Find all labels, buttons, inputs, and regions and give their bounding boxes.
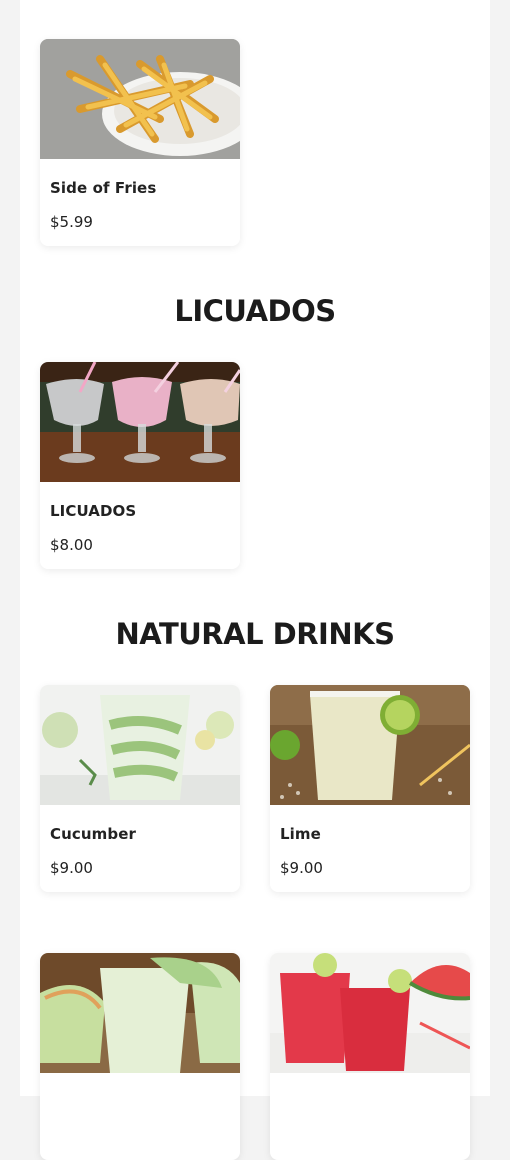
licuados-image: [40, 362, 240, 482]
watermelon-drink-image: [270, 953, 470, 1073]
item-name: Side of Fries: [50, 179, 157, 197]
section-title: LICUADOS: [174, 294, 336, 328]
menu-item-card[interactable]: [40, 953, 240, 1160]
menu-item-card[interactable]: Lime $9.00: [270, 685, 470, 892]
melon-drink-image: [40, 953, 240, 1073]
item-name: LICUADOS: [50, 502, 137, 520]
lime-drink-image: [270, 685, 470, 805]
menu-item-card[interactable]: Cucumber $9.00: [40, 685, 240, 892]
item-price: $9.00: [50, 859, 93, 877]
menu-item-card[interactable]: LICUADOS $8.00: [40, 362, 240, 569]
menu-item-card[interactable]: [270, 953, 470, 1160]
fries-image: [40, 39, 240, 159]
item-price: $5.99: [50, 213, 93, 231]
cucumber-drink-image: [40, 685, 240, 805]
menu-item-card[interactable]: Side of Fries $5.99: [40, 39, 240, 246]
item-name: Cucumber: [50, 825, 136, 843]
item-price: $9.00: [280, 859, 323, 877]
item-price: $8.00: [50, 536, 93, 554]
section-title: NATURAL DRINKS: [115, 617, 395, 651]
item-name: Lime: [280, 825, 321, 843]
menu-panel: Side of Fries $5.99 LICUADOS LICUADOS $8…: [20, 0, 490, 1160]
